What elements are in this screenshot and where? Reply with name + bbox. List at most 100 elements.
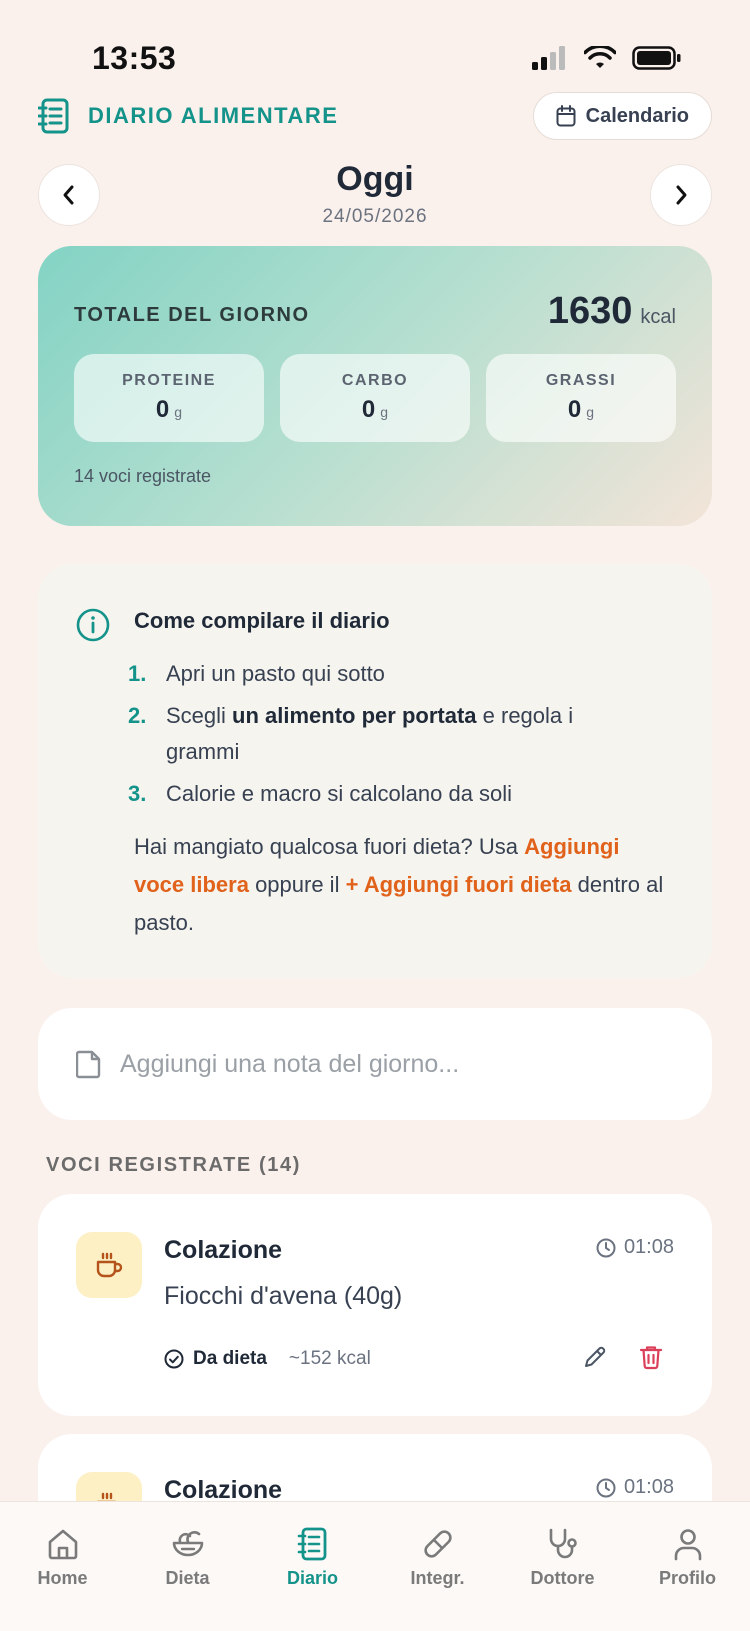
how-to-step: 3. Calorie e macro si calcolano da soli	[128, 776, 648, 812]
how-to-step: 2. Scegli un alimento per portata e rego…	[128, 698, 648, 770]
add-off-diet-link[interactable]: + Aggiungi fuori dieta	[346, 872, 572, 897]
macro-protein: PROTEINE 0 g	[74, 354, 264, 442]
macro-number: 0	[361, 396, 376, 423]
step-text-pre: Calorie e macro si calcolano da soli	[166, 781, 513, 806]
trash-icon[interactable]	[638, 1344, 664, 1370]
calendar-button-label: Calendario	[585, 104, 689, 127]
user-icon	[674, 1529, 701, 1561]
calendar-icon	[556, 105, 576, 127]
footer-text: Hai mangiato qualcosa fuori dieta? Usa	[134, 834, 525, 859]
tab-dieta[interactable]: Dieta	[128, 1526, 248, 1631]
macro-value: 0 g	[362, 396, 388, 424]
step-text-bold: un alimento per portata	[232, 703, 477, 728]
macro-carbs: CARBO 0 g	[280, 354, 470, 442]
entry-time: 01:08	[596, 1476, 674, 1499]
macro-number: 0	[567, 396, 582, 423]
notebook-icon	[297, 1527, 326, 1561]
tab-label: Diario	[286, 1568, 338, 1588]
step-text: Apri un pasto qui sotto	[166, 656, 385, 692]
entry-time: 01:08	[596, 1236, 674, 1259]
how-to-footer: Hai mangiato qualcosa fuori dieta? Usa A…	[134, 828, 664, 942]
pill-icon	[423, 1530, 452, 1558]
entry-time-value: 01:08	[623, 1236, 674, 1258]
macro-name: PROTEINE	[122, 372, 216, 389]
notebook-icon	[38, 98, 69, 134]
macro-fat: GRASSI 0 g	[486, 354, 676, 442]
daily-total-kcal-value: 1630	[547, 290, 633, 332]
entries-section-label: VOCI REGISTRATE (14)	[46, 1154, 301, 1176]
step-text-pre: Scegli	[166, 703, 233, 728]
macro-unit: g	[380, 404, 389, 420]
tab-label: Dottore	[530, 1568, 595, 1588]
tab-label: Profilo	[659, 1568, 716, 1588]
step-text: Scegli un alimento per portata e regola …	[166, 698, 648, 770]
day-note-input[interactable]: Aggiungi una nota del giorno...	[38, 1008, 712, 1120]
step-number: 1.	[128, 661, 147, 686]
brand: DIARIO ALIMENTARE	[38, 98, 338, 134]
macros-row: PROTEINE 0 g CARBO 0 g GRASSI 0 g	[74, 354, 676, 442]
tab-label: Home	[37, 1568, 88, 1588]
daily-total-kcal: 1630 kcal	[548, 290, 676, 333]
macro-value: 0 g	[156, 396, 182, 424]
how-to-step: 1. Apri un pasto qui sotto	[128, 656, 648, 692]
bottom-tab-bar: Home Dieta Diario Integr. Dottore Profil…	[0, 1501, 750, 1631]
home-icon	[48, 1529, 77, 1560]
note-icon	[76, 1050, 101, 1079]
step-text: Calorie e macro si calcolano da soli	[166, 776, 512, 812]
macro-value: 0 g	[568, 396, 594, 424]
wifi-icon	[584, 46, 616, 68]
tab-dottore[interactable]: Dottore	[503, 1526, 623, 1631]
clock-icon	[596, 1478, 616, 1497]
food-name: Fiocchi d'avena (40g)	[164, 1282, 403, 1310]
diet-tag-label: Da dieta	[193, 1348, 267, 1369]
battery-icon	[632, 46, 681, 70]
tab-profilo[interactable]: Profilo	[628, 1526, 748, 1631]
calendar-button[interactable]: Calendario	[532, 92, 712, 140]
info-icon	[76, 608, 110, 642]
check-circle-icon	[164, 1349, 184, 1369]
clock-icon	[596, 1238, 616, 1257]
status-time: 13:53	[92, 40, 177, 76]
entries-count: 14 voci registrate	[74, 466, 212, 486]
entry-card[interactable]: Colazione 01:08 Fiocchi d'avena (40g) Da…	[38, 1194, 712, 1416]
how-to-steps: 1. Apri un pasto qui sotto 2. Scegli un …	[128, 656, 648, 818]
tab-diario[interactable]: Diario	[253, 1526, 373, 1631]
tab-label: Integr.	[410, 1568, 465, 1588]
day-navigation: Oggi 24/05/2026	[38, 160, 712, 232]
next-day-button[interactable]	[650, 164, 712, 226]
tab-integr[interactable]: Integr.	[378, 1526, 498, 1631]
status-icons	[532, 46, 682, 70]
app-title: DIARIO ALIMENTARE	[88, 103, 339, 128]
tab-home[interactable]: Home	[3, 1526, 123, 1631]
step-number: 2.	[128, 703, 147, 728]
macro-number: 0	[155, 396, 170, 423]
tab-label: Dieta	[165, 1568, 210, 1588]
top-bar: DIARIO ALIMENTARE Calendario	[38, 92, 712, 140]
how-to-card: Come compilare il diario 1. Apri un past…	[38, 564, 712, 978]
daily-total-kcal-unit: kcal	[640, 306, 676, 328]
diet-tag: Da dieta	[164, 1348, 267, 1370]
cellular-signal-icon	[532, 46, 565, 70]
footer-text: oppure il	[248, 872, 346, 897]
salad-bowl-icon	[172, 1531, 203, 1557]
macro-unit: g	[586, 404, 595, 420]
entry-kcal: ~152 kcal	[288, 1348, 371, 1369]
stethoscope-icon	[549, 1528, 577, 1559]
edit-pencil-icon[interactable]	[582, 1344, 608, 1370]
daily-total-label: TOTALE DEL GIORNO	[74, 304, 310, 326]
coffee-cup-icon	[96, 1252, 123, 1278]
step-number: 3.	[128, 781, 147, 806]
macro-name: CARBO	[341, 372, 409, 389]
status-bar: 13:53	[0, 0, 750, 90]
entry-actions	[582, 1344, 664, 1370]
day-date: 24/05/2026	[322, 206, 428, 227]
chevron-right-icon	[676, 185, 687, 205]
daily-total-card: TOTALE DEL GIORNO 1630 kcal PROTEINE 0 g…	[38, 246, 712, 526]
day-title: Oggi	[336, 160, 414, 198]
step-text-pre: Apri un pasto qui sotto	[166, 661, 385, 686]
day-note-placeholder: Aggiungi una nota del giorno...	[120, 1049, 460, 1078]
entry-meta: Da dieta ~152 kcal	[164, 1348, 371, 1370]
how-to-title: Come compilare il diario	[134, 608, 390, 633]
meal-name: Colazione	[164, 1236, 283, 1264]
meal-icon	[76, 1232, 142, 1298]
